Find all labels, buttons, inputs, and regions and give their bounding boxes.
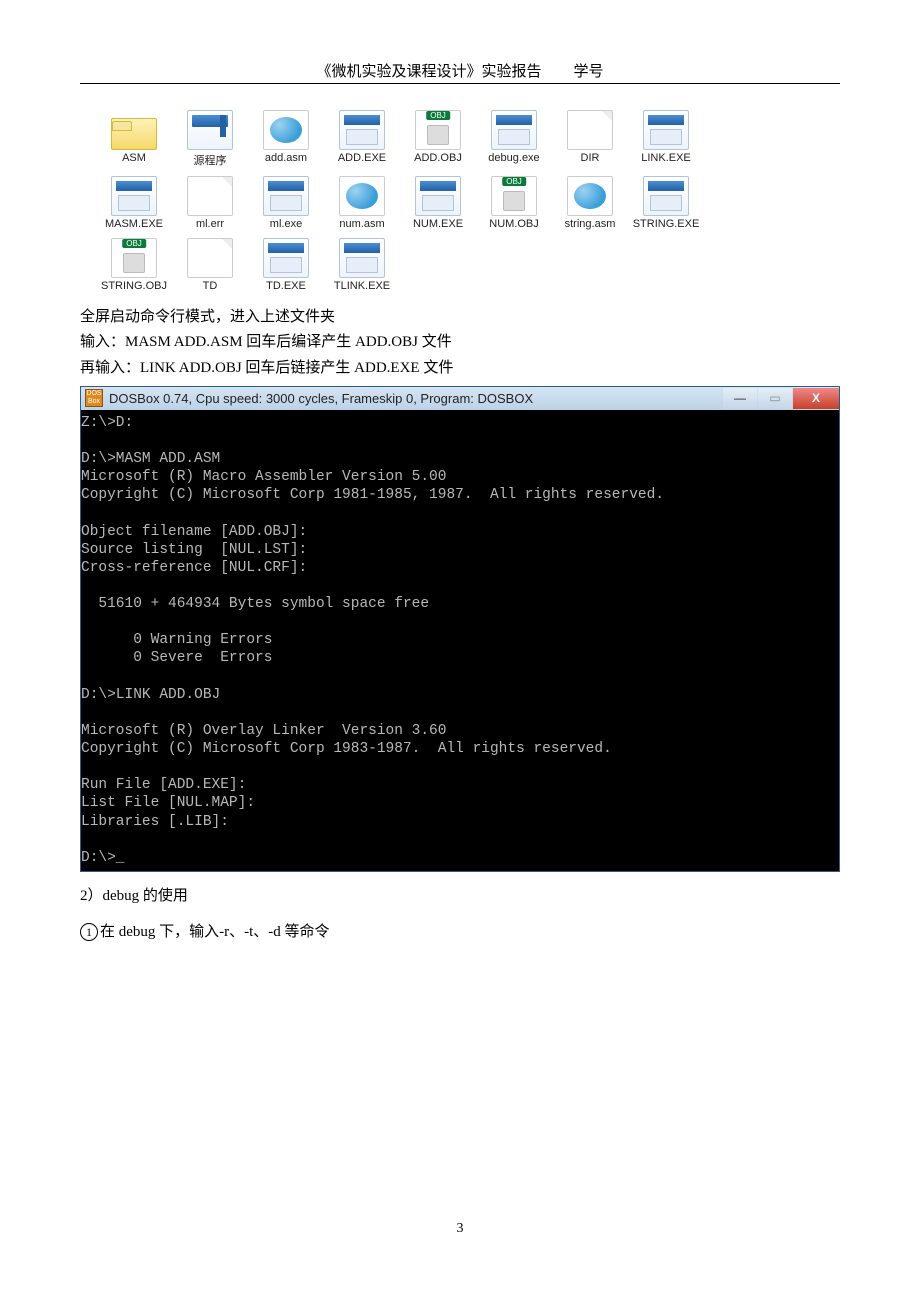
- file-label: TD.EXE: [248, 280, 324, 292]
- asm-icon: [263, 110, 309, 150]
- file-item[interactable]: MASM.EXE: [96, 176, 172, 230]
- exe-icon: [491, 110, 537, 150]
- dosbox-window: DOSBox DOSBox 0.74, Cpu speed: 3000 cycl…: [80, 386, 840, 872]
- file-item[interactable]: LINK.EXE: [628, 110, 704, 168]
- file-item[interactable]: NUM.EXE: [400, 176, 476, 230]
- file-item[interactable]: ADD.OBJ: [400, 110, 476, 168]
- file-item[interactable]: add.asm: [248, 110, 324, 168]
- file-item[interactable]: ml.err: [172, 176, 248, 230]
- file-item[interactable]: string.asm: [552, 176, 628, 230]
- exe-icon: [111, 176, 157, 216]
- dosbox-title-text: DOSBox 0.74, Cpu speed: 3000 cycles, Fra…: [109, 391, 533, 406]
- file-label: ADD.OBJ: [400, 152, 476, 164]
- file-item[interactable]: ASM: [96, 110, 172, 168]
- step-number-icon: 1: [80, 923, 98, 941]
- dosbox-icon: DOSBox: [85, 389, 103, 407]
- exe-icon: [339, 110, 385, 150]
- file-item[interactable]: ml.exe: [248, 176, 324, 230]
- asm-icon: [567, 176, 613, 216]
- file-item[interactable]: STRING.OBJ: [96, 238, 172, 292]
- file-item[interactable]: STRING.EXE: [628, 176, 704, 230]
- file-label: LINK.EXE: [628, 152, 704, 164]
- file-item[interactable]: DIR: [552, 110, 628, 168]
- exe-icon: [263, 238, 309, 278]
- file-label: ml.err: [172, 218, 248, 230]
- app-icon: [187, 110, 233, 150]
- file-item[interactable]: TD: [172, 238, 248, 292]
- exe-icon: [415, 176, 461, 216]
- instruction-line-3: 再输入：LINK ADD.OBJ 回车后链接产生 ADD.EXE 文件: [80, 357, 840, 380]
- file-item[interactable]: 源程序: [172, 110, 248, 168]
- file-explorer-grid: ASM源程序add.asmADD.EXEADD.OBJdebug.exeDIRL…: [96, 108, 840, 298]
- page-header: 《微机实验及课程设计》实验报告 学号: [80, 60, 840, 84]
- header-sid-label: 学号: [574, 64, 604, 80]
- file-label: STRING.OBJ: [96, 280, 172, 292]
- file-icon: [187, 238, 233, 278]
- file-label: debug.exe: [476, 152, 552, 164]
- section-heading-debug: 2）debug 的使用: [80, 884, 840, 905]
- exe-icon: [339, 238, 385, 278]
- file-label: NUM.EXE: [400, 218, 476, 230]
- file-label: DIR: [552, 152, 628, 164]
- folder-icon: [111, 118, 157, 150]
- file-icon: [567, 110, 613, 150]
- file-item[interactable]: debug.exe: [476, 110, 552, 168]
- file-label: add.asm: [248, 152, 324, 164]
- file-label: TLINK.EXE: [324, 280, 400, 292]
- obj-icon: [111, 238, 157, 278]
- file-label: STRING.EXE: [628, 218, 704, 230]
- header-title: 《微机实验及课程设计》实验报告: [316, 64, 541, 80]
- minimize-button[interactable]: —: [723, 388, 757, 409]
- exe-icon: [263, 176, 309, 216]
- file-label: 源程序: [172, 152, 248, 168]
- instruction-line-2: 输入：MASM ADD.ASM 回车后编译产生 ADD.OBJ 文件: [80, 331, 840, 354]
- file-label: NUM.OBJ: [476, 218, 552, 230]
- file-item[interactable]: NUM.OBJ: [476, 176, 552, 230]
- obj-icon: [491, 176, 537, 216]
- file-label: ASM: [96, 152, 172, 164]
- exe-icon: [643, 110, 689, 150]
- file-item[interactable]: ADD.EXE: [324, 110, 400, 168]
- instruction-line-1: 全屏启动命令行模式，进入上述文件夹: [80, 306, 840, 329]
- dosbox-titlebar[interactable]: DOSBox DOSBox 0.74, Cpu speed: 3000 cycl…: [81, 387, 839, 410]
- obj-icon: [415, 110, 461, 150]
- file-icon: [187, 176, 233, 216]
- file-label: num.asm: [324, 218, 400, 230]
- file-item[interactable]: TD.EXE: [248, 238, 324, 292]
- file-label: MASM.EXE: [96, 218, 172, 230]
- file-label: string.asm: [552, 218, 628, 230]
- file-label: ml.exe: [248, 218, 324, 230]
- file-item[interactable]: TLINK.EXE: [324, 238, 400, 292]
- maximize-button[interactable]: ▭: [758, 388, 792, 409]
- page-number: 3: [80, 1221, 840, 1237]
- file-item[interactable]: num.asm: [324, 176, 400, 230]
- file-label: TD: [172, 280, 248, 292]
- exe-icon: [643, 176, 689, 216]
- step-1-text: 在 debug 下，输入-r、-t、-d 等命令: [100, 924, 330, 940]
- terminal-output: Z:\>D: D:\>MASM ADD.ASM Microsoft (R) Ma…: [81, 410, 839, 871]
- file-label: ADD.EXE: [324, 152, 400, 164]
- step-1-line: 1在 debug 下，输入-r、-t、-d 等命令: [80, 920, 840, 941]
- asm-icon: [339, 176, 385, 216]
- close-button[interactable]: X: [793, 388, 839, 409]
